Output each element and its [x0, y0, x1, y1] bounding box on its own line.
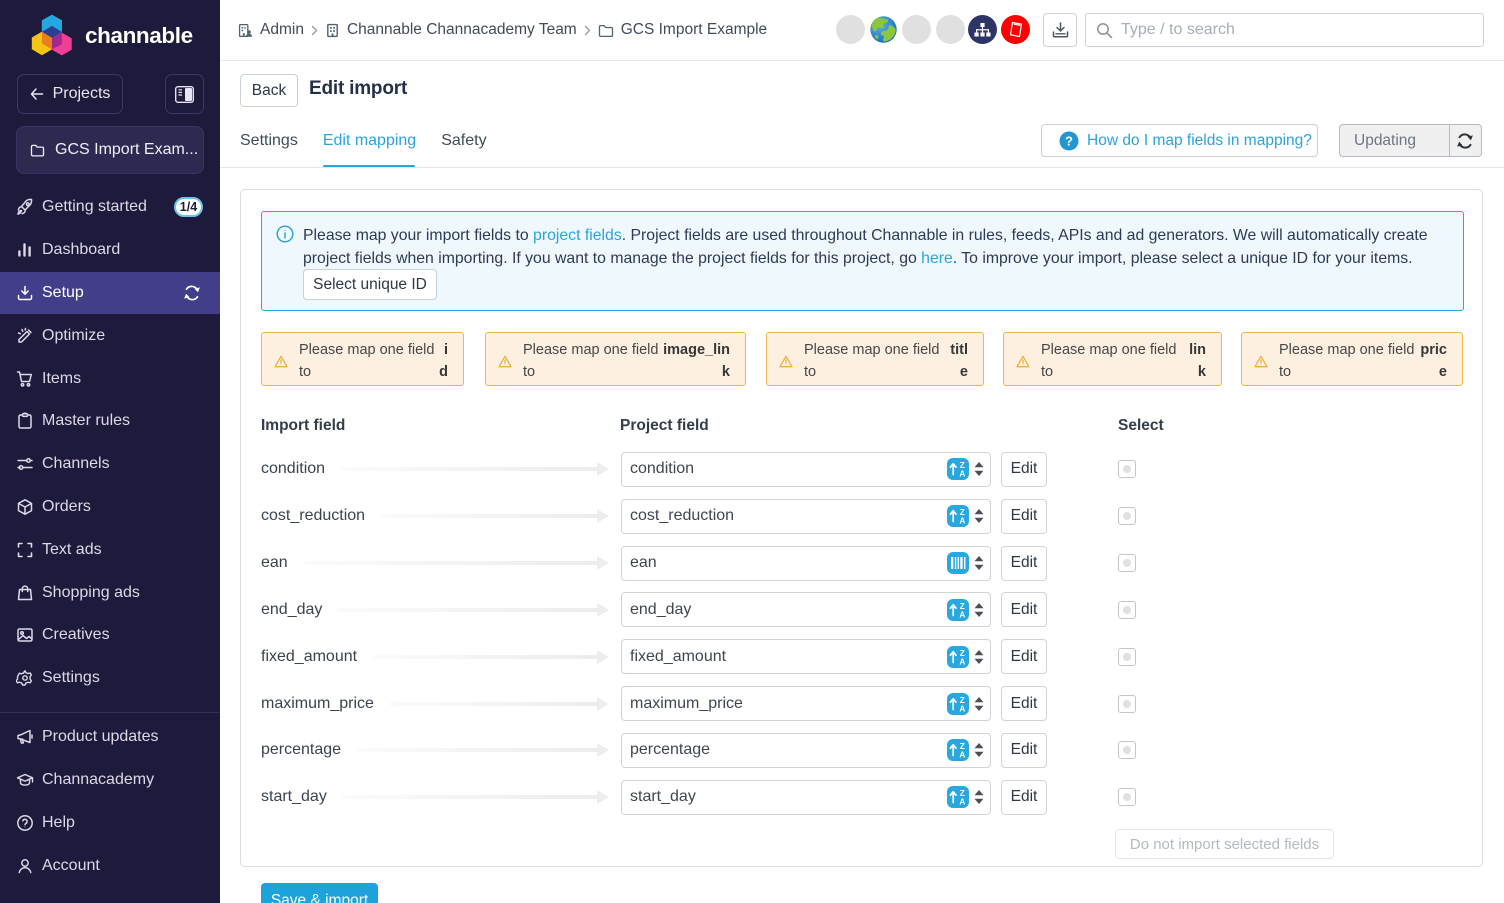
svg-text:A: A: [959, 657, 965, 666]
svg-text:A: A: [959, 469, 965, 478]
svg-text:A: A: [959, 797, 965, 806]
svg-text:A: A: [959, 750, 965, 759]
svg-text:?: ?: [1065, 133, 1073, 148]
svg-text:A: A: [959, 516, 965, 525]
svg-text:A: A: [959, 610, 965, 619]
svg-text:A: A: [959, 704, 965, 713]
